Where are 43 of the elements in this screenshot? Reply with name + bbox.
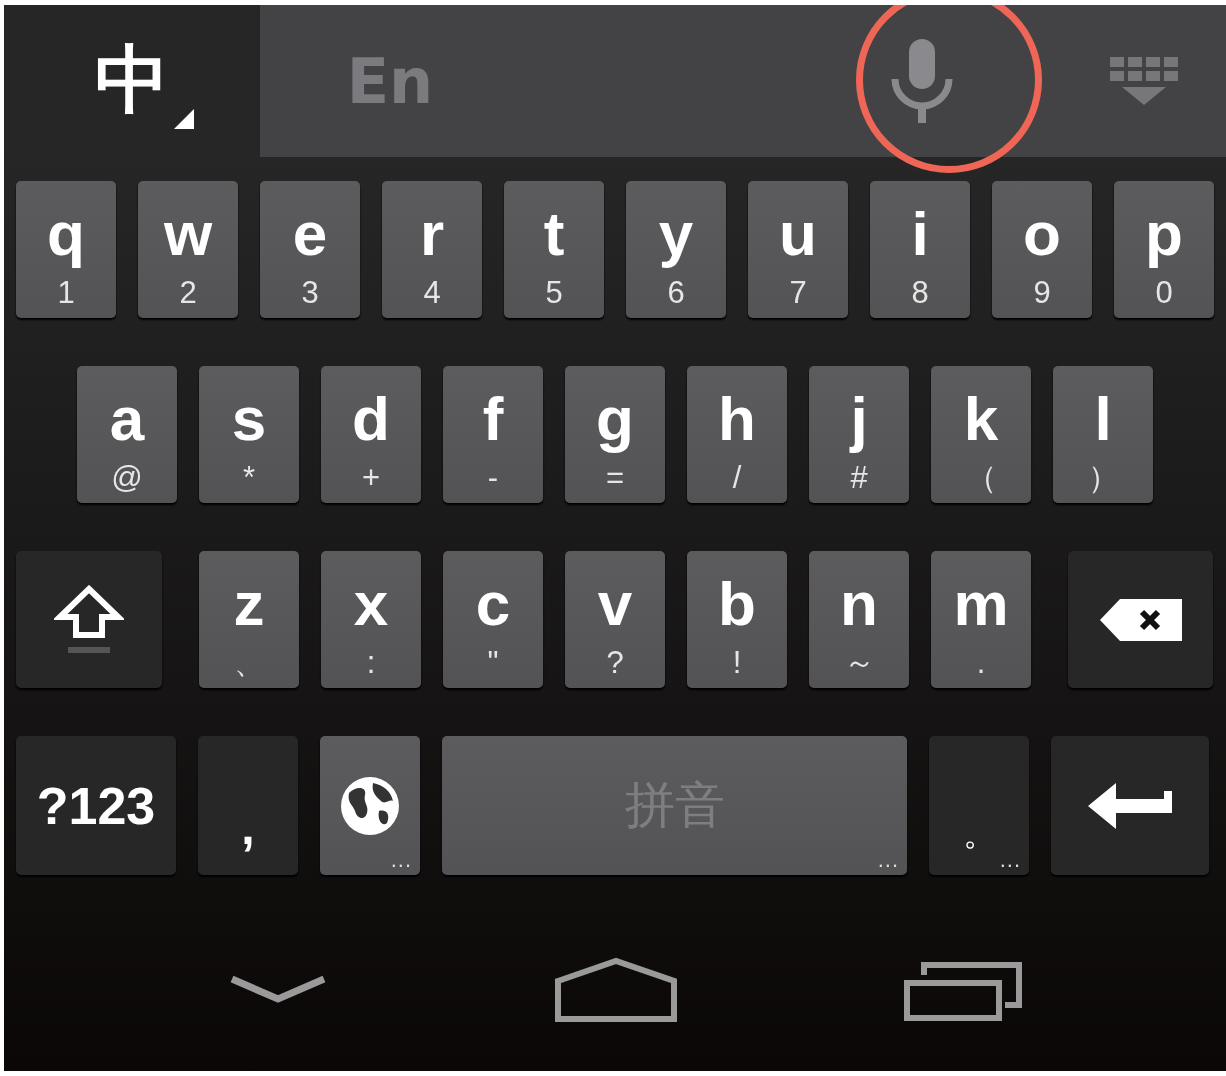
letter-key[interactable]: e 3 bbox=[260, 181, 360, 318]
letter-key[interactable]: k （ bbox=[931, 366, 1031, 503]
microphone-icon bbox=[889, 39, 955, 123]
shift-icon bbox=[54, 584, 124, 655]
shift-key[interactable] bbox=[16, 551, 162, 688]
letter-key[interactable]: y 6 bbox=[626, 181, 726, 318]
corner-triangle-icon bbox=[174, 109, 194, 129]
letter-key[interactable]: f - bbox=[443, 366, 543, 503]
backspace-icon bbox=[1099, 598, 1182, 641]
letter-key[interactable]: r 4 bbox=[382, 181, 482, 318]
letter-key[interactable]: t 5 bbox=[504, 181, 604, 318]
letter-key[interactable]: c " bbox=[443, 551, 543, 688]
letter-key[interactable]: j # bbox=[809, 366, 909, 503]
language-tab[interactable]: 中 bbox=[4, 5, 260, 157]
letter-key[interactable]: m . bbox=[931, 551, 1031, 688]
letter-key[interactable]: n ～ bbox=[809, 551, 909, 688]
letter-key[interactable]: q 1 bbox=[16, 181, 116, 318]
letter-key[interactable]: a @ bbox=[77, 366, 177, 503]
comma-key[interactable]: , bbox=[198, 736, 298, 875]
language-key[interactable]: ... bbox=[320, 736, 420, 875]
letter-key[interactable]: u 7 bbox=[748, 181, 848, 318]
backspace-key[interactable] bbox=[1068, 551, 1213, 688]
letter-key[interactable]: s * bbox=[199, 366, 299, 503]
letter-key[interactable]: d + bbox=[321, 366, 421, 503]
letter-key[interactable]: g = bbox=[565, 366, 665, 503]
letter-key[interactable]: x : bbox=[321, 551, 421, 688]
enter-key[interactable] bbox=[1051, 736, 1209, 875]
enter-icon bbox=[1088, 782, 1172, 829]
letter-key[interactable]: i 8 bbox=[870, 181, 970, 318]
period-key[interactable]: 。 ... bbox=[929, 736, 1029, 875]
globe-icon bbox=[339, 774, 401, 837]
recent-apps-icon bbox=[904, 959, 1022, 1021]
symbols-key[interactable]: ?123 bbox=[16, 736, 176, 875]
keyboard-hide-icon bbox=[1110, 57, 1178, 105]
letter-key[interactable]: o 9 bbox=[992, 181, 1092, 318]
letter-key[interactable]: b ! bbox=[687, 551, 787, 688]
letter-key[interactable]: z 、 bbox=[199, 551, 299, 688]
letter-key[interactable]: v ? bbox=[565, 551, 665, 688]
letter-key[interactable]: w 2 bbox=[138, 181, 238, 318]
home-icon bbox=[554, 957, 678, 1023]
letter-key[interactable]: h / bbox=[687, 366, 787, 503]
letter-key[interactable]: l ） bbox=[1053, 366, 1153, 503]
letter-key[interactable]: p 0 bbox=[1114, 181, 1214, 318]
